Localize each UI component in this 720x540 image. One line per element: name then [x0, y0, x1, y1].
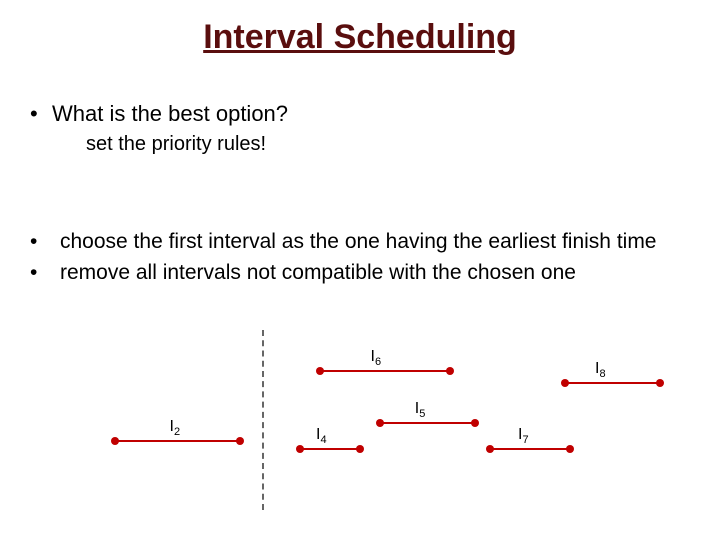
interval-endpoint-icon [236, 437, 244, 445]
interval-endpoint-icon [656, 379, 664, 387]
bullet-block-1: • What is the best option? set the prior… [30, 100, 690, 156]
bullet-dot-icon: • [30, 100, 52, 129]
interval-endpoint-icon [446, 367, 454, 375]
interval-I8 [565, 382, 660, 384]
bullet-dot-icon: • [30, 259, 60, 286]
interval-endpoint-icon [111, 437, 119, 445]
interval-endpoint-icon [356, 445, 364, 453]
interval-I5 [380, 422, 475, 424]
interval-endpoint-icon [486, 445, 494, 453]
bullet-1-sub: set the priority rules! [86, 133, 690, 156]
interval-label-I2: I2 [170, 418, 181, 438]
bullet-2: • choose the first interval as the one h… [30, 228, 690, 255]
slide: Interval Scheduling • What is the best o… [0, 0, 720, 540]
interval-I2 [115, 440, 240, 442]
interval-label-I5: I5 [415, 400, 426, 420]
interval-label-I7: I7 [518, 426, 529, 446]
interval-I4 [300, 448, 360, 450]
interval-endpoint-icon [566, 445, 574, 453]
interval-label-I6: I6 [371, 348, 382, 368]
interval-diagram: I2 I4 I5 I6 I7 I8 [0, 330, 720, 520]
interval-label-I8: I8 [595, 360, 606, 380]
interval-label-I4: I4 [316, 426, 327, 446]
interval-endpoint-icon [561, 379, 569, 387]
bullet-dot-icon: • [30, 228, 60, 255]
interval-endpoint-icon [376, 419, 384, 427]
bullet-1: • What is the best option? [30, 100, 690, 129]
interval-endpoint-icon [471, 419, 479, 427]
bullet-3-text: remove all intervals not compatible with… [60, 259, 690, 286]
interval-I6 [320, 370, 450, 372]
bullet-2-text: choose the first interval as the one hav… [60, 228, 690, 255]
interval-endpoint-icon [316, 367, 324, 375]
bullet-block-2: • choose the first interval as the one h… [30, 228, 690, 291]
interval-endpoint-icon [296, 445, 304, 453]
slide-title: Interval Scheduling [0, 18, 720, 57]
interval-I7 [490, 448, 570, 450]
vertical-dashed-line [262, 330, 264, 510]
bullet-1-text: What is the best option? [52, 100, 690, 129]
bullet-3: • remove all intervals not compatible wi… [30, 259, 690, 286]
